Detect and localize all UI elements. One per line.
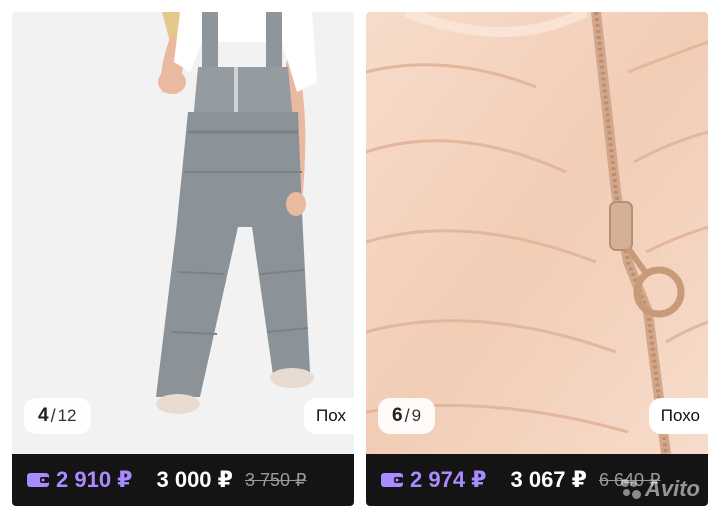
similar-button[interactable]: Пох <box>304 398 354 434</box>
photo-counter-separator: / <box>50 405 56 426</box>
price: 3 067 ₽ <box>510 467 587 492</box>
similar-button[interactable]: Похо <box>648 398 708 434</box>
wallet-price: 2 910 ₽ <box>56 467 133 492</box>
listing-card-2[interactable]: 6 / 9 Похо 2 974 ₽ 3 067 ₽ 6 640 ₽ Avito <box>366 12 708 506</box>
wallet-icon <box>381 473 403 487</box>
photo-counter-current: 6 <box>392 405 403 426</box>
kids-snow-overalls-gray-photo <box>12 12 354 454</box>
photo-counter-separator: / <box>404 405 410 426</box>
avito-logo-icon <box>621 479 641 499</box>
photo-counter-total: 9 <box>411 406 422 425</box>
wallet-icon <box>27 473 49 487</box>
similar-button-label: Пох <box>316 406 346 425</box>
price-bar: 2 910 ₽ 3 000 ₽ 3 750 ₽ <box>12 454 354 506</box>
old-price: 3 750 ₽ <box>244 469 307 490</box>
price: 3 000 ₽ <box>156 467 233 492</box>
similar-button-label: Похо <box>660 406 700 425</box>
photo-counter-current: 4 <box>38 405 49 426</box>
wallet-price: 2 974 ₽ <box>410 467 487 492</box>
photo-counter: 6 / 9 <box>378 398 436 434</box>
avito-watermark-text: Avito <box>645 476 700 501</box>
peach-puffer-jacket-zipper-photo <box>366 12 708 454</box>
photo-counter: 4 / 12 <box>24 398 91 434</box>
listing-photo-1[interactable] <box>12 12 354 454</box>
photo-counter-total: 12 <box>57 406 77 425</box>
listing-photo-2[interactable] <box>366 12 708 454</box>
listing-card-1[interactable]: 4 / 12 Пох 2 910 ₽ 3 000 ₽ 3 750 ₽ <box>12 12 354 506</box>
avito-watermark: Avito <box>621 476 700 502</box>
